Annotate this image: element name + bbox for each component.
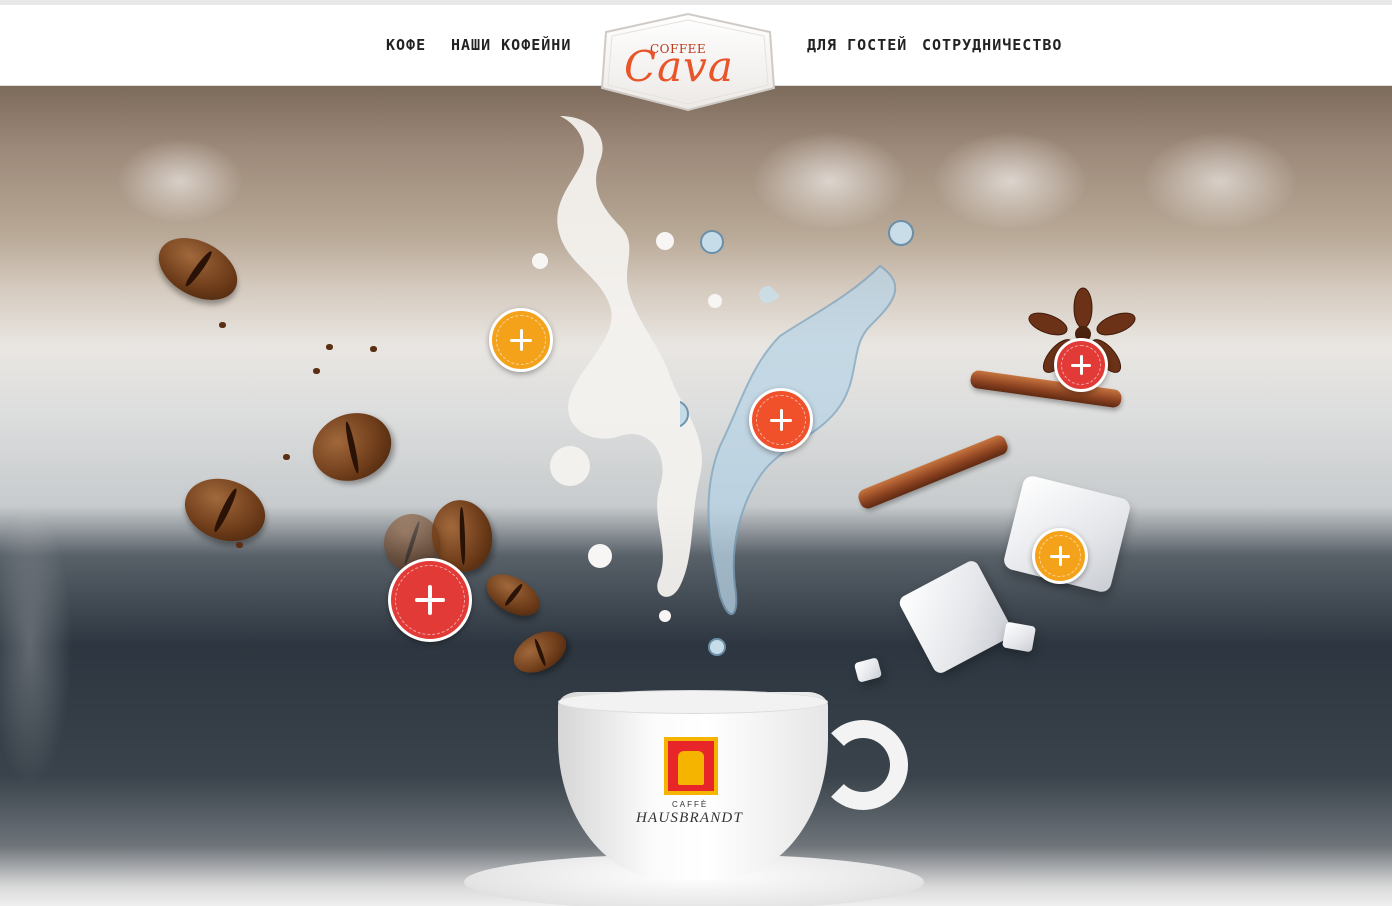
coffee-crumb: [370, 346, 377, 352]
hotspot-coffee-beans-button[interactable]: [388, 558, 472, 642]
hotspot-milk-button[interactable]: [489, 308, 553, 372]
water-droplet: [888, 220, 914, 246]
sugar-crumb: [853, 657, 883, 683]
nav-for-guests[interactable]: ДЛЯ ГОСТЕЙ: [807, 36, 907, 54]
cup-handle: [818, 720, 908, 810]
plus-icon: [510, 329, 532, 351]
coffee-bean-image: [303, 402, 401, 492]
coffee-bean-image: [506, 622, 574, 682]
coffee-crumb: [313, 368, 320, 374]
plus-icon: [770, 409, 792, 431]
coffee-bean-image: [148, 225, 248, 313]
cup-brand-name: HAUSBRANDT: [636, 810, 743, 826]
nav-coffee-shops[interactable]: НАШИ КОФЕЙНИ: [451, 36, 571, 54]
logo-cava-text: Cava: [624, 42, 734, 91]
coffee-crumb: [326, 344, 333, 350]
water-splash-image: [680, 264, 897, 616]
water-droplet: [700, 230, 724, 254]
cup-rim: [558, 690, 828, 714]
site-logo[interactable]: COFFEE Cava: [596, 10, 780, 114]
plus-icon: [1071, 355, 1091, 375]
nav-cooperation[interactable]: СОТРУДНИЧЕСТВО: [922, 36, 1062, 54]
coffee-crumb: [236, 542, 243, 548]
coffee-crumb: [283, 454, 290, 460]
water-droplet: [708, 638, 726, 656]
plus-icon: [1050, 546, 1070, 566]
hotspot-sugar-button[interactable]: [1032, 528, 1088, 584]
hotspot-spices-button[interactable]: [1054, 338, 1108, 392]
hotspot-water-button[interactable]: [749, 388, 813, 452]
plus-icon: [415, 585, 445, 615]
nav-coffee[interactable]: КОФЕ: [386, 36, 426, 54]
coffee-bean-image: [176, 468, 274, 552]
sugar-crumb: [1001, 621, 1037, 653]
coffee-crumb: [219, 322, 226, 328]
hero-banner: CAFFÈ HAUSBRANDT: [0, 86, 1392, 906]
cup-brand-caffe: CAFFÈ: [672, 800, 709, 809]
hausbrandt-logo-icon: [664, 737, 718, 795]
